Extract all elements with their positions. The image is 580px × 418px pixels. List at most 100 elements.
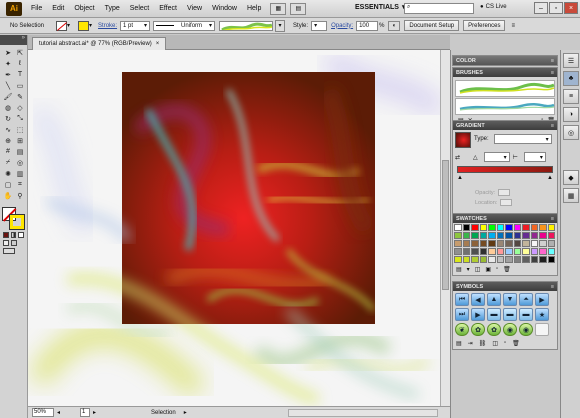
panel-menu-icon[interactable]: ≡ <box>551 58 554 64</box>
screen-mode-icon[interactable] <box>3 248 15 254</box>
symbol-arrow-up-icon[interactable]: ▲ <box>487 293 501 306</box>
cs-live-button[interactable]: ● CS Live <box>480 4 507 10</box>
symbol-arrow-up-alt-icon[interactable]: ⏶ <box>519 293 533 306</box>
panel-menu-icon[interactable]: ≡ <box>551 284 554 290</box>
color-swatch[interactable] <box>505 232 513 239</box>
symbol-bar-icon[interactable]: ▬ <box>503 308 517 321</box>
color-swatch[interactable] <box>539 256 547 263</box>
vertical-scroll-thumb[interactable] <box>442 160 449 290</box>
layers-panel-icon[interactable]: ☰ <box>563 53 579 68</box>
stroke-label[interactable]: Stroke: <box>98 23 117 29</box>
stroke-color-icon[interactable] <box>9 214 25 230</box>
workspace-switcher[interactable]: ESSENTIALS ▾ <box>355 3 405 12</box>
color-swatch[interactable] <box>479 248 487 255</box>
next-artboard-icon[interactable]: ▸ <box>93 409 96 416</box>
eyedropper-tool-icon[interactable]: ⌿ <box>2 157 14 168</box>
symbol-star-icon[interactable]: ★ <box>535 308 549 321</box>
lasso-tool-icon[interactable]: ℓ <box>14 58 26 69</box>
appearance-panel-icon[interactable]: ◎ <box>563 125 579 140</box>
panel-menu-icon[interactable]: ≡ <box>551 216 554 222</box>
rotate-tool-icon[interactable]: ↻ <box>2 113 14 124</box>
shape-builder-tool-icon[interactable]: ⊕ <box>2 135 14 146</box>
paintbrush-tool-icon[interactable]: 🖌 <box>2 91 14 102</box>
symbol-arrow-left-icon[interactable]: ◀ <box>471 293 485 306</box>
color-swatch[interactable] <box>462 256 470 263</box>
color-swatch[interactable] <box>547 248 555 255</box>
color-swatch[interactable] <box>479 240 487 247</box>
gradient-stop-icon[interactable]: ▲ <box>547 175 553 181</box>
menu-select[interactable]: Select <box>125 5 154 12</box>
hand-tool-icon[interactable]: ✋ <box>2 190 14 201</box>
color-swatch[interactable] <box>522 248 530 255</box>
symbol-arrow-right-icon[interactable]: ▶ <box>535 293 549 306</box>
color-swatch[interactable] <box>462 240 470 247</box>
graphic-styles-panel-icon[interactable]: ◆ <box>563 170 579 185</box>
color-swatch[interactable] <box>505 240 513 247</box>
color-swatch[interactable] <box>488 224 496 231</box>
color-swatch[interactable] <box>471 224 479 231</box>
color-swatch[interactable] <box>547 232 555 239</box>
gradient-mode-icon[interactable] <box>10 232 17 238</box>
color-swatch[interactable] <box>513 248 521 255</box>
help-search-input[interactable]: ⌕ <box>404 3 474 14</box>
color-swatch[interactable] <box>488 240 496 247</box>
aspect-ratio-input[interactable]: ▾ <box>523 152 546 162</box>
swatch-library-icon[interactable]: ▤ <box>456 266 462 273</box>
color-swatch[interactable] <box>505 224 513 231</box>
color-swatch[interactable] <box>488 248 496 255</box>
show-swatch-kinds-icon[interactable]: ▾ <box>467 266 470 273</box>
gradient-type-select[interactable]: ▾ <box>493 134 552 144</box>
vertical-scrollbar[interactable] <box>440 50 450 406</box>
stroke-swatch[interactable] <box>78 20 90 31</box>
brushes-panel-header[interactable]: BRUSHES ≡ <box>453 68 557 77</box>
symbol-arrow-first-icon[interactable]: ⏮ <box>455 293 469 306</box>
scale-tool-icon[interactable]: ⤡ <box>14 113 26 124</box>
brush-dropdown-icon[interactable]: ▾ <box>275 19 286 32</box>
brush-definition-select[interactable] <box>219 20 274 31</box>
none-mode-icon[interactable] <box>18 232 25 238</box>
color-swatch[interactable] <box>496 248 504 255</box>
style-select[interactable]: ▾ <box>311 20 328 31</box>
free-transform-tool-icon[interactable]: ⬚ <box>14 124 26 135</box>
menu-object[interactable]: Object <box>69 5 99 12</box>
brush-item[interactable] <box>455 98 555 115</box>
menu-effect[interactable]: Effect <box>154 5 182 12</box>
new-swatch-icon[interactable]: ▫ <box>496 266 498 273</box>
zoom-tool-icon[interactable]: ⚲ <box>14 190 26 201</box>
color-swatch[interactable] <box>496 256 504 263</box>
warp-tool-icon[interactable]: ∿ <box>2 124 14 135</box>
menu-file[interactable]: File <box>26 5 47 12</box>
color-swatch[interactable] <box>530 240 538 247</box>
color-mode-icon[interactable] <box>3 232 9 238</box>
color-swatch[interactable] <box>522 240 530 247</box>
preferences-button[interactable]: Preferences <box>463 20 506 31</box>
fill-dropdown-icon[interactable]: ▾ <box>67 22 70 29</box>
panel-menu-icon[interactable]: ≡ <box>551 123 554 129</box>
eraser-tool-icon[interactable]: ◇ <box>14 102 26 113</box>
zoom-input[interactable]: 50% <box>32 408 54 417</box>
color-swatch[interactable] <box>530 256 538 263</box>
menu-type[interactable]: Type <box>100 5 125 12</box>
stroke-panel-icon[interactable]: ≡ <box>563 89 579 104</box>
symbol-swirl-icon[interactable]: ◉ <box>503 323 517 336</box>
color-swatch[interactable] <box>462 248 470 255</box>
symbols-panel-icon[interactable]: ♣ <box>563 71 579 86</box>
symbol-bar-icon[interactable]: ▬ <box>487 308 501 321</box>
symbol-arrow-down-icon[interactable]: ▼ <box>503 293 517 306</box>
horizontal-scrollbar[interactable] <box>288 409 438 417</box>
color-swatch[interactable] <box>454 248 462 255</box>
arrange-documents-icon[interactable]: ▤ <box>290 2 307 15</box>
color-swatch[interactable] <box>522 232 530 239</box>
color-swatch[interactable] <box>454 224 462 231</box>
perspective-grid-tool-icon[interactable]: ⊞ <box>14 135 26 146</box>
gradient-panel-header[interactable]: GRADIENT ≡ <box>453 121 557 130</box>
reverse-gradient-icon[interactable]: ⇄ <box>455 154 460 161</box>
gradient-slider[interactable] <box>457 166 553 173</box>
stroke-dropdown-icon[interactable]: ▾ <box>89 22 92 29</box>
color-swatch[interactable] <box>471 240 479 247</box>
stroke-profile-select[interactable]: Uniform ▾ <box>153 20 216 31</box>
color-swatch[interactable] <box>522 224 530 231</box>
menu-view[interactable]: View <box>182 5 207 12</box>
symbol-sprayer-tool-icon[interactable]: ✺ <box>2 168 14 179</box>
color-swatch[interactable] <box>505 248 513 255</box>
